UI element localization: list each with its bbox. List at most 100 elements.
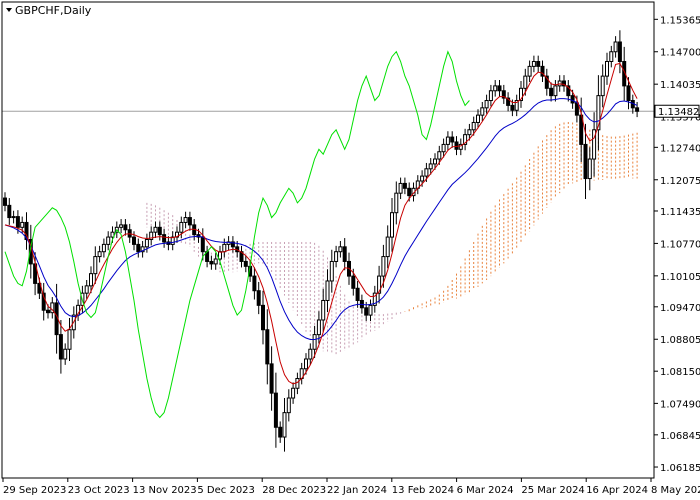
- y-tick-label: 1.07490: [660, 399, 700, 410]
- candle-body: [471, 121, 476, 131]
- candle-body: [531, 61, 536, 67]
- candle-body: [424, 168, 429, 177]
- candle-body: [209, 260, 214, 265]
- candle-body: [157, 226, 162, 236]
- candle-body: [536, 61, 541, 67]
- candle-body: [200, 236, 205, 253]
- candle-body: [93, 256, 98, 275]
- candle-body: [497, 85, 502, 92]
- y-tick-label: 1.08805: [660, 335, 700, 346]
- candle-body: [488, 90, 493, 102]
- candle-body: [123, 224, 128, 231]
- chart-title: GBPCHF,Daily: [6, 4, 92, 17]
- candle-body: [420, 175, 425, 182]
- y-tick-label: 1.11435: [660, 207, 700, 218]
- candle-body: [329, 260, 334, 282]
- candle-body: [162, 234, 167, 243]
- candle-body: [84, 285, 89, 294]
- candle-body: [252, 275, 257, 292]
- x-tick-label: 8 May 2024: [651, 485, 700, 496]
- candle-body: [119, 224, 124, 228]
- candle-body: [523, 75, 528, 89]
- candle-body: [428, 163, 433, 170]
- y-tick-label: 1.10105: [660, 272, 700, 283]
- x-tick-label: 13 Nov 2023: [133, 485, 197, 496]
- candle-body: [454, 141, 459, 150]
- candle-body: [510, 104, 515, 111]
- candle-body: [11, 216, 16, 219]
- candle-body: [338, 246, 343, 253]
- candle-body: [613, 41, 618, 53]
- y-tick-label: 1.12075: [660, 176, 700, 187]
- candle-body: [282, 412, 287, 438]
- ichimoku-chart: 1.153651.147001.140351.133701.127401.120…: [0, 0, 700, 500]
- x-tick-label: 25 Mar 2024: [521, 485, 584, 496]
- candle-body: [385, 236, 390, 258]
- candle-body: [342, 246, 347, 262]
- candle-body: [355, 287, 360, 301]
- candle-body: [170, 236, 175, 245]
- y-tick-label: 1.06185: [660, 463, 700, 474]
- candle-body: [549, 87, 554, 97]
- candle-body: [441, 143, 446, 153]
- candle-body: [222, 243, 227, 253]
- y-tick-label: 1.12740: [660, 143, 700, 154]
- y-tick-label: 1.15365: [660, 15, 700, 26]
- candle-body: [183, 217, 188, 223]
- candle-body: [364, 307, 369, 316]
- candle-body: [7, 204, 12, 219]
- x-tick-label: 22 Jan 2024: [327, 485, 387, 496]
- x-tick-label: 6 Mar 2024: [457, 485, 514, 496]
- candle-body: [58, 334, 63, 360]
- candle-body: [97, 251, 102, 258]
- candle-body: [390, 212, 394, 238]
- candle-body: [304, 358, 308, 370]
- y-tick-label: 1.10770: [660, 239, 700, 250]
- candle-body: [402, 182, 407, 189]
- candle-body: [20, 221, 25, 228]
- candle-body: [493, 85, 498, 92]
- candle-body: [63, 348, 68, 360]
- candle-body: [144, 239, 149, 248]
- y-tick-label: 1.09470: [660, 303, 700, 314]
- candle-body: [527, 65, 532, 77]
- candle-body: [605, 61, 609, 77]
- candle-body: [46, 309, 50, 314]
- candle-body: [351, 275, 356, 289]
- candle-body: [243, 260, 248, 267]
- symbol-timeframe-label: GBPCHF,Daily: [15, 4, 92, 17]
- candle-body: [394, 192, 399, 214]
- candle-body: [256, 290, 261, 306]
- candle-body: [334, 251, 339, 262]
- candle-body: [484, 100, 489, 109]
- candle-body: [407, 187, 412, 197]
- x-tick-label: 23 Oct 2023: [68, 485, 130, 496]
- candle-body: [308, 348, 313, 360]
- candle-body: [295, 378, 300, 389]
- candle-body: [381, 256, 386, 277]
- candle-body: [286, 397, 291, 414]
- candle-body: [398, 182, 403, 194]
- x-tick-label: 5 Dec 2023: [197, 485, 255, 496]
- candle-body: [101, 243, 106, 253]
- candle-body: [635, 107, 640, 112]
- candle-body: [437, 151, 442, 160]
- candle-body: [321, 299, 326, 321]
- current-price-value: 1.13482: [658, 107, 699, 118]
- candle-body: [574, 102, 579, 116]
- candle-body: [476, 114, 480, 123]
- candle-body: [106, 236, 111, 245]
- y-axis: 1.153651.147001.140351.133701.127401.120…: [654, 15, 700, 474]
- y-tick-label: 1.06845: [660, 431, 700, 442]
- candle-body: [15, 216, 20, 228]
- candle-body: [3, 197, 7, 206]
- candle-body: [587, 158, 592, 180]
- candle-body: [213, 258, 218, 265]
- candle-body: [609, 51, 614, 63]
- candle-body: [600, 75, 605, 97]
- candle-body: [278, 426, 283, 438]
- candle-body: [445, 136, 450, 145]
- candle-body: [269, 363, 274, 394]
- x-tick-label: 16 Apr 2024: [586, 485, 648, 496]
- candle-body: [187, 217, 192, 226]
